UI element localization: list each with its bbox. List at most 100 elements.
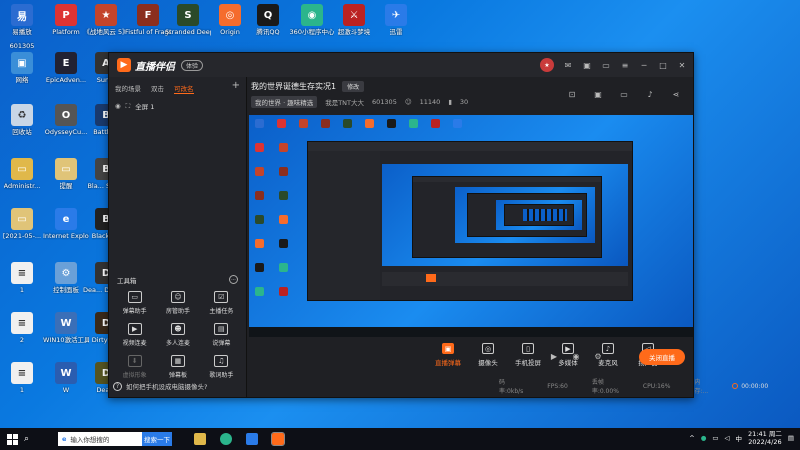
- desktop-icon[interactable]: ≡ 1: [2, 362, 42, 394]
- desktop-icon[interactable]: W WIN10激活工具: [43, 312, 89, 344]
- desktop-icon[interactable]: ▣ 网络: [2, 52, 42, 84]
- tool-icon: ▶: [127, 323, 142, 335]
- source-label: 直播弹幕: [435, 359, 461, 367]
- 360-browser-icon[interactable]: [220, 433, 232, 445]
- lock-icon[interactable]: ⊡: [567, 89, 577, 99]
- desktop-icon[interactable]: 易易播放: [2, 4, 42, 36]
- edition-badge[interactable]: 体验: [181, 59, 204, 71]
- desktop-icon[interactable]: ◉ 360小程序中心: [290, 4, 334, 36]
- source-button[interactable]: ▣ 直播弹幕: [435, 343, 461, 367]
- tool-item[interactable]: ☺ 房管助手: [156, 291, 199, 315]
- tool-item[interactable]: ▶ 视频连麦: [113, 323, 156, 347]
- desktop-icon-label: [2021-05-...: [2, 232, 42, 240]
- desktop-icon[interactable]: ▭ 提醒: [46, 158, 86, 190]
- source-button[interactable]: ◎ 摄像头: [475, 343, 501, 367]
- desktop-icon[interactable]: ⚔ 超激斗梦境: [334, 4, 374, 36]
- desktop-icon[interactable]: ⚙ 控制面板: [46, 262, 86, 294]
- camera-record-icon[interactable]: ▶: [549, 351, 559, 361]
- desktop-app-icon: ▭: [55, 158, 77, 180]
- help-tip[interactable]: ? 如何把手机设成电脑摄像头?: [113, 381, 207, 391]
- desktop-icon[interactable]: ★ 《战地风云 5》: [83, 4, 129, 36]
- close-live-button[interactable]: 关闭直播: [639, 349, 685, 365]
- desktop-icon-label: 迅雷: [389, 28, 403, 36]
- screenshot-icon[interactable]: ▭: [619, 89, 629, 99]
- desktop-icon-label: 超激斗梦境: [337, 28, 371, 36]
- category-tag[interactable]: 我的世界 · 趣味精选: [251, 96, 318, 108]
- livestream-app-taskbar-icon[interactable]: [271, 432, 285, 446]
- clock[interactable]: 21:41 周二 2022/4/26: [748, 430, 782, 446]
- bell-icon[interactable]: ♪: [645, 89, 655, 99]
- live-timer: 00:00:00: [732, 383, 768, 390]
- desktop-icon[interactable]: ♻ 回收站: [2, 104, 42, 136]
- desktop-icon[interactable]: S Stranded Deep: [165, 4, 211, 36]
- tool-item[interactable]: ▤ 说弹幕: [200, 323, 243, 347]
- message-icon[interactable]: ✉: [563, 60, 573, 70]
- clock-time: 21:41 周二: [748, 430, 782, 438]
- tool-item[interactable]: ☻ 多人连麦: [156, 323, 199, 347]
- desktop-icon[interactable]: F Fistful of Frags: [125, 4, 171, 36]
- tray-app-icon[interactable]: ●: [701, 434, 707, 442]
- desktop-icon[interactable]: ≡ 2: [2, 312, 42, 344]
- preview-mini-icon: [255, 119, 264, 128]
- tool-label: 房管助手: [165, 308, 190, 315]
- eye-icon[interactable]: ◉: [115, 102, 121, 110]
- desktop-icon[interactable]: E EpicAdven...: [46, 52, 86, 84]
- tab-double-click[interactable]: 双击: [151, 83, 164, 94]
- desktop-icon[interactable]: ◎ Origin: [210, 4, 250, 36]
- desktop-icon[interactable]: ≡ 1: [2, 262, 42, 294]
- notify-icon[interactable]: ▭: [601, 60, 611, 70]
- tab-my-scenes[interactable]: 我的场景: [115, 83, 141, 94]
- stream-preview[interactable]: [249, 115, 693, 337]
- search-go-button[interactable]: 搜索一下: [142, 432, 172, 446]
- user-avatar[interactable]: ★: [540, 58, 554, 72]
- volume-icon[interactable]: ◁: [725, 434, 730, 442]
- desktop-icon[interactable]: e Internet Explorer: [43, 208, 89, 240]
- start-button[interactable]: [0, 428, 24, 450]
- tool-item[interactable]: ♫ 歌词助手: [200, 355, 243, 379]
- desktop-icon[interactable]: Q 腾讯QQ: [248, 4, 288, 36]
- notification-icon[interactable]: ▤: [788, 434, 794, 442]
- search-icon[interactable]: ⌕: [24, 434, 36, 444]
- menu-icon[interactable]: ≡: [620, 60, 630, 70]
- tool-item[interactable]: ▭ 弹幕助手: [113, 291, 156, 315]
- edit-title-button[interactable]: 修改: [342, 81, 365, 92]
- more-tools-icon[interactable]: ···: [229, 275, 238, 284]
- ime-icon[interactable]: 中: [736, 433, 743, 443]
- tool-item[interactable]: ☑ 主播任务: [200, 291, 243, 315]
- desktop-icon-label: Administr...: [3, 182, 41, 190]
- desktop-icon[interactable]: WW: [46, 362, 86, 394]
- settings-gear-icon[interactable]: ⚙: [593, 351, 603, 361]
- desktop-icon[interactable]: O OdysseyCu...: [45, 104, 87, 136]
- record-icon[interactable]: ▣: [593, 89, 603, 99]
- tool-item[interactable]: ⬇ 虚拟形象: [113, 355, 156, 379]
- xunlei-icon[interactable]: [246, 433, 258, 445]
- desktop-icon[interactable]: P Platform: [46, 4, 86, 36]
- minimize-icon[interactable]: ─: [639, 60, 649, 70]
- tray-chevron-icon[interactable]: ^: [689, 434, 694, 442]
- source-button[interactable]: ▯ 手机投屏: [515, 343, 541, 367]
- desktop-icon-label: 腾讯QQ: [256, 28, 280, 36]
- close-icon[interactable]: ✕: [677, 60, 687, 70]
- livestream-app-window: ▶ 直播伴侣 体验 ★ ✉ ▣ ▭ ≡ ─ □ ✕ 我的场景 双击 可改名 + …: [108, 52, 768, 398]
- skin-icon[interactable]: ▣: [582, 60, 592, 70]
- search-placeholder: 输入你想搜的: [70, 436, 110, 444]
- desktop-app-icon: ▭: [11, 158, 33, 180]
- desktop-icon[interactable]: ▭ [2021-05-...: [2, 208, 42, 240]
- network-icon[interactable]: ▭: [712, 434, 718, 442]
- taskbar-search-input[interactable]: e 输入你想搜的: [58, 432, 142, 446]
- desktop-icon[interactable]: ✈ 迅雷: [376, 4, 416, 36]
- desktop-app-icon: P: [55, 4, 77, 26]
- tab-renamable[interactable]: 可改名: [174, 83, 194, 94]
- file-explorer-icon[interactable]: [194, 433, 206, 445]
- preview-eye-icon[interactable]: ◉: [571, 351, 581, 361]
- desktop-icon-label: Stranded Deep: [165, 28, 211, 36]
- desktop-app-icon: S: [177, 4, 199, 26]
- add-scene-icon[interactable]: +: [232, 80, 240, 91]
- scene-item-fullscreen[interactable]: ◉ ⛶ 全屏 1: [109, 98, 246, 114]
- preview-mini-icon: [279, 263, 288, 272]
- maximize-icon[interactable]: □: [658, 60, 668, 70]
- desktop-icon-label: WIN10激活工具: [43, 336, 89, 344]
- desktop-icon[interactable]: ▭ Administr...: [2, 158, 42, 190]
- tool-item[interactable]: ▦ 弹幕板: [156, 355, 199, 379]
- share-icon[interactable]: ⋖: [671, 89, 681, 99]
